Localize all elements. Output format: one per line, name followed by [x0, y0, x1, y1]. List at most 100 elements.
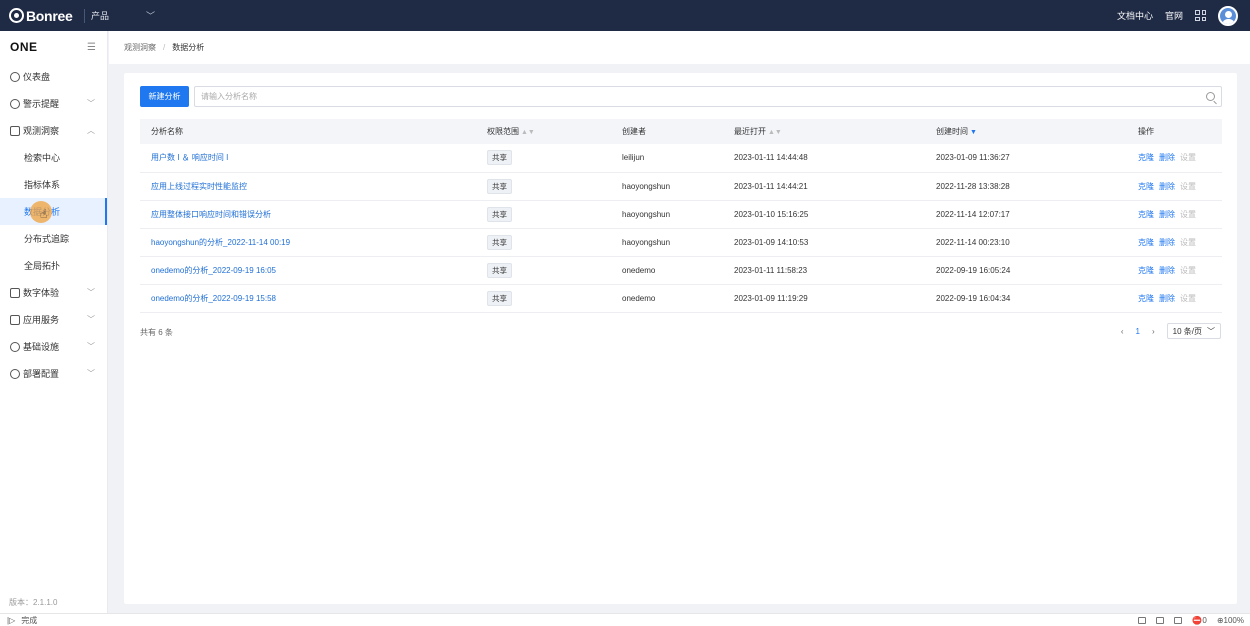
docs-center-link[interactable]: 文档中心 — [1117, 9, 1153, 22]
created-cell: 2022-11-14 00:23:10 — [936, 237, 1010, 247]
deploy-config-icon — [10, 368, 20, 379]
analysis-name-link[interactable]: onedemo的分析_2022-09-19 15:58 — [151, 294, 276, 303]
nav-divider — [84, 8, 85, 23]
settings-button[interactable]: 设置 — [1180, 294, 1196, 303]
chevron-down-icon[interactable]: ﹀ — [146, 9, 155, 22]
analysis-name-link[interactable]: 应用整体接口响应时间和错误分析 — [151, 210, 271, 219]
column-header-name: 分析名称 — [151, 127, 183, 136]
scope-tag: 共享 — [487, 178, 512, 194]
sidebar-item-app-service[interactable]: 应用服务 ﹀ — [0, 306, 107, 333]
sidebar-item-insight[interactable]: 观测洞察 ︿ — [0, 117, 107, 144]
breadcrumb-parent[interactable]: 观测洞察 — [124, 42, 156, 53]
clone-button[interactable]: 克隆 — [1138, 266, 1154, 275]
table-row: 用户数 I ＆ 响应时间 I 共享 leilijun 2023-01-11 14… — [140, 144, 1222, 172]
settings-button[interactable]: 设置 — [1180, 266, 1196, 275]
clone-button[interactable]: 克隆 — [1138, 153, 1154, 162]
clone-button[interactable]: 克隆 — [1138, 294, 1154, 303]
last-open-cell: 2023-01-09 14:10:53 — [734, 237, 809, 247]
collapse-menu-icon[interactable]: ☰ — [87, 42, 96, 53]
chevron-down-icon: ﹀ — [87, 315, 95, 324]
table-row: 应用整体接口响应时间和错误分析 共享 haoyongshun 2023-01-1… — [140, 200, 1222, 228]
delete-button[interactable]: 删除 — [1159, 294, 1175, 303]
search-icon[interactable] — [1206, 92, 1215, 101]
sort-icon[interactable]: ▲▼ — [521, 129, 535, 136]
bonree-logo[interactable]: Bonree — [9, 8, 84, 24]
sidebar-item-label: 观测洞察 — [23, 126, 60, 136]
sidebar-subitem-search-center[interactable]: 检索中心 — [0, 144, 107, 171]
sidebar-subitem-data-analysis[interactable]: 数据分析 — [0, 198, 107, 225]
delete-button[interactable]: 删除 — [1159, 182, 1175, 191]
sidebar-subitem-distributed-tracing[interactable]: 分布式追踪 — [0, 225, 107, 252]
product-menu-label[interactable]: 产品 — [91, 9, 146, 22]
user-avatar[interactable] — [1218, 5, 1238, 26]
page-size-select[interactable]: 10 条/页 ﹀ — [1166, 323, 1221, 339]
table-row: 应用上线过程实时性能监控 共享 haoyongshun 2023-01-11 1… — [140, 172, 1222, 200]
zoom-level[interactable]: ⊕100% — [1217, 616, 1244, 625]
breadcrumb-current: 数据分析 — [172, 43, 205, 52]
sidebar-item-digital-experience[interactable]: 数字体验 ﹀ — [0, 279, 107, 306]
sidebar-toggle-icon[interactable]: |▷ — [7, 616, 15, 625]
clone-button[interactable]: 克隆 — [1138, 182, 1154, 191]
clone-button[interactable]: 克隆 — [1138, 210, 1154, 219]
column-header-last-open[interactable]: 最近打开 ▲▼ — [723, 119, 925, 144]
delete-button[interactable]: 删除 — [1159, 238, 1175, 247]
next-page-icon[interactable]: › — [1152, 327, 1155, 336]
analysis-table: 分析名称 权限范围 ▲▼ 创建者 最近打开 ▲▼ 创建时间 ▼ 操作 用户数 I ＆ … — [140, 119, 1222, 313]
search-box[interactable] — [194, 86, 1222, 107]
analysis-name-link[interactable]: 应用上线过程实时性能监控 — [151, 182, 247, 191]
analysis-name-link[interactable]: 用户数 I ＆ 响应时间 I — [151, 153, 228, 162]
new-analysis-button[interactable]: 新建分析 — [140, 86, 189, 107]
official-site-link[interactable]: 官网 — [1165, 9, 1183, 22]
status-text: 完成 — [21, 615, 38, 625]
delete-button[interactable]: 删除 — [1159, 210, 1175, 219]
scope-tag: 共享 — [487, 262, 512, 278]
sidebar-item-alerts[interactable]: 警示提醒 ﹀ — [0, 90, 107, 117]
search-input[interactable] — [201, 92, 1206, 101]
delete-button[interactable]: 删除 — [1159, 266, 1175, 275]
scope-tag: 共享 — [487, 150, 512, 166]
sidebar-header: ONE ☰ — [0, 31, 107, 63]
column-header-scope[interactable]: 权限范围 ▲▼ — [476, 119, 611, 144]
settings-button[interactable]: 设置 — [1180, 210, 1196, 219]
last-open-cell: 2023-01-11 11:58:23 — [734, 265, 808, 275]
sidebar: ONE ☰ 仪表盘 警示提醒 ﹀ 观测洞察 ︿ 检索中心 指标体系 数据分析 分… — [0, 31, 108, 613]
hand-pointer-icon: ☝ — [40, 207, 48, 221]
sidebar-item-label: 应用服务 — [23, 315, 60, 325]
scope-tag: 共享 — [487, 206, 512, 222]
analysis-name-link[interactable]: onedemo的分析_2022-09-19 16:05 — [151, 266, 276, 275]
sidebar-item-dashboard[interactable]: 仪表盘 — [0, 63, 107, 90]
sidebar-item-infrastructure[interactable]: 基础设施 ﹀ — [0, 333, 107, 360]
qr-code-icon[interactable] — [1195, 10, 1206, 21]
mute-icon[interactable] — [1156, 616, 1165, 624]
prev-page-icon[interactable]: ‹ — [1121, 327, 1124, 336]
created-cell: 2022-11-14 12:07:17 — [936, 209, 1010, 219]
logo-text: Bonree — [26, 7, 73, 24]
sidebar-brand: ONE — [10, 40, 38, 54]
settings-button[interactable]: 设置 — [1180, 182, 1196, 191]
delete-button[interactable]: 删除 — [1159, 153, 1175, 162]
sidebar-subitem-metrics[interactable]: 指标体系 — [0, 171, 107, 198]
settings-button[interactable]: 设置 — [1180, 153, 1196, 162]
settings-button[interactable]: 设置 — [1180, 238, 1196, 247]
alert-icon — [10, 98, 20, 109]
table-header-row: 分析名称 权限范围 ▲▼ 创建者 最近打开 ▲▼ 创建时间 ▼ 操作 — [140, 119, 1222, 144]
list-toolbar: 新建分析 — [140, 86, 1222, 107]
sidebar-item-label: 部署配置 — [23, 369, 60, 379]
sort-icon[interactable]: ▲▼ — [768, 129, 782, 136]
counter-readout: ⛔0 — [1192, 616, 1206, 625]
analysis-name-link[interactable]: haoyongshun的分析_2022-11-14 00:19 — [151, 238, 290, 247]
zoom-value: 100% — [1223, 615, 1244, 625]
chevron-down-icon: ﹀ — [87, 369, 95, 378]
sidebar-subitem-global-topology[interactable]: 全局拓扑 — [0, 252, 107, 279]
clone-button[interactable]: 克隆 — [1138, 238, 1154, 247]
column-header-actions: 操作 — [1138, 127, 1154, 136]
download-icon[interactable] — [1174, 616, 1183, 624]
last-open-cell: 2023-01-11 14:44:21 — [734, 181, 808, 191]
column-header-created[interactable]: 创建时间 ▼ — [925, 119, 1127, 144]
scope-tag: 共享 — [487, 234, 512, 250]
creator-cell: onedemo — [622, 265, 656, 275]
page-number[interactable]: 1 — [1136, 327, 1140, 336]
sort-desc-icon[interactable]: ▼ — [970, 129, 977, 136]
feedback-icon[interactable] — [1138, 616, 1147, 624]
sidebar-item-deploy-config[interactable]: 部署配置 ﹀ — [0, 360, 107, 387]
